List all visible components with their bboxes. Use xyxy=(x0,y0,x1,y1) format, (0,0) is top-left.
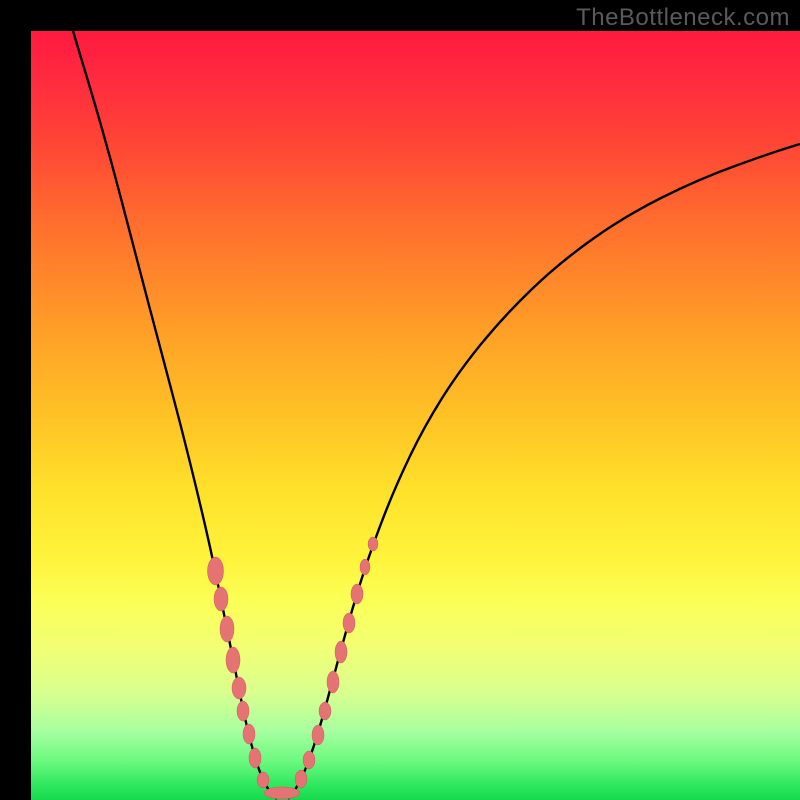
marker-dot xyxy=(312,725,324,745)
marker-dot xyxy=(208,557,224,585)
chart-frame: TheBottleneck.com xyxy=(0,0,800,800)
marker-dot xyxy=(249,748,261,768)
right-curve xyxy=(288,144,800,799)
marker-dot xyxy=(351,584,363,604)
marker-dot xyxy=(343,613,355,633)
marker-dot xyxy=(303,751,315,769)
marker-dot xyxy=(335,641,347,663)
marker-dot xyxy=(226,647,240,673)
curve-markers xyxy=(208,537,379,799)
marker-dot xyxy=(214,587,228,611)
watermark-text: TheBottleneck.com xyxy=(576,4,790,32)
marker-dot xyxy=(319,702,331,720)
marker-dot xyxy=(257,772,269,788)
marker-dot xyxy=(232,677,246,699)
curves-svg xyxy=(31,31,800,800)
marker-dot xyxy=(220,616,234,642)
marker-dot xyxy=(368,537,378,551)
marker-dot xyxy=(243,724,255,744)
marker-dot xyxy=(295,770,307,788)
marker-dot xyxy=(237,701,249,721)
left-curve xyxy=(73,31,277,799)
marker-dot xyxy=(360,559,370,575)
marker-dot xyxy=(327,671,339,693)
marker-dot xyxy=(264,787,300,799)
plot-area xyxy=(31,31,800,800)
